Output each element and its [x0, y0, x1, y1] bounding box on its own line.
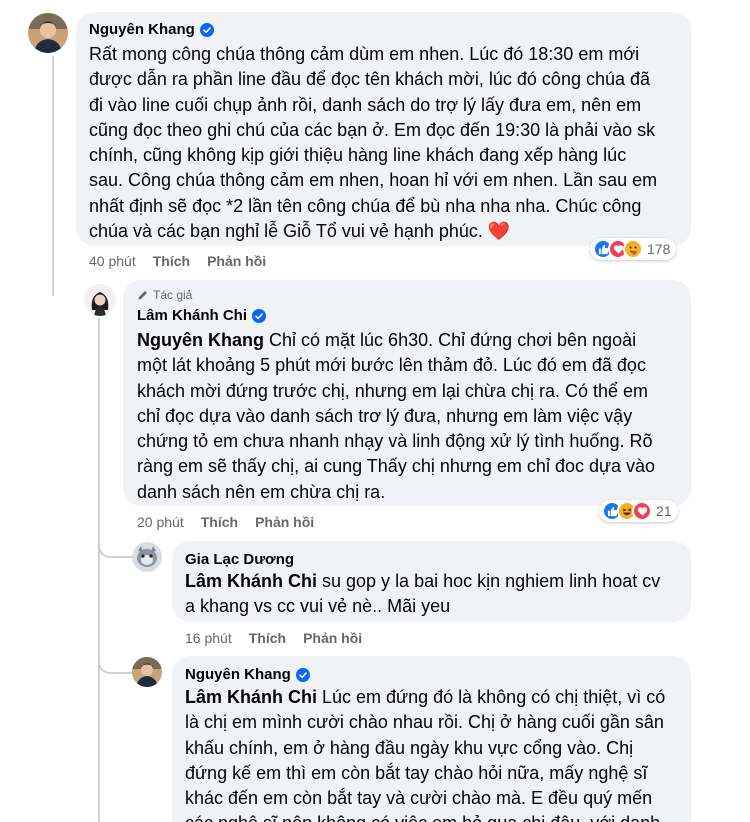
comment-meta: 20 phút Thích Phản hồi	[137, 514, 331, 530]
avatar[interactable]	[84, 284, 116, 316]
like-button[interactable]: Thích	[249, 630, 286, 646]
care-reaction-icon	[623, 239, 643, 259]
mention-link[interactable]: Lâm Khánh Chi	[185, 571, 317, 591]
reaction-summary[interactable]: 178	[590, 238, 677, 260]
like-button[interactable]: Thích	[153, 253, 190, 269]
author-badge: Tác giả	[153, 288, 193, 302]
comment-bubble: Nguyên Khang Rất mong công chúa thông cả…	[76, 12, 691, 246]
comment-meta: 40 phút Thích Phản hồi	[89, 253, 283, 269]
comment-text: Nguyên Khang Chỉ có mặt lúc 6h30. Chỉ đứ…	[137, 330, 656, 502]
verified-badge-icon	[252, 308, 267, 323]
thread-line-main	[52, 56, 54, 296]
comment-text: Lâm Khánh Chi Lúc em đứng đó là không có…	[185, 687, 666, 822]
avatar[interactable]	[132, 657, 162, 687]
pencil-icon	[138, 291, 147, 300]
love-reaction-icon	[632, 501, 652, 521]
thread-line-branch-1	[98, 540, 134, 558]
verified-badge-icon	[199, 22, 214, 37]
mention-link[interactable]: Nguyên Khang	[137, 330, 264, 350]
author-name[interactable]: Gia Lạc Dương	[185, 551, 294, 568]
like-button[interactable]: Thích	[201, 514, 238, 530]
comment-text: Lâm Khánh Chi su gop y la bai hoc kịn ng…	[185, 571, 661, 617]
reply-button[interactable]: Phản hồi	[303, 630, 362, 646]
reaction-count: 178	[647, 241, 671, 257]
timestamp[interactable]: 40 phút	[89, 253, 136, 269]
verified-badge-icon	[295, 667, 310, 682]
comment-meta: 16 phút Thích Phản hồi	[185, 630, 379, 646]
reaction-count: 21	[656, 503, 672, 519]
comment-bubble: Tác giả Lâm Khánh Chi Nguyên Khang Chỉ c…	[123, 280, 691, 506]
comment-bubble: Gia Lạc Dương Lâm Khánh Chi su gop y la …	[172, 541, 691, 622]
author-name[interactable]: Nguyên Khang	[89, 21, 195, 38]
reply-button[interactable]: Phản hồi	[255, 514, 314, 530]
author-name[interactable]: Nguyên Khang	[185, 666, 291, 683]
author-name[interactable]: Lâm Khánh Chi	[137, 307, 247, 324]
comment-bubble: Nguyên Khang Lâm Khánh Chi Lúc em đứng đ…	[172, 656, 691, 822]
reply-button[interactable]: Phản hồi	[207, 253, 266, 269]
timestamp[interactable]: 20 phút	[137, 514, 184, 530]
avatar[interactable]	[132, 542, 162, 572]
thread-line-reply	[98, 318, 100, 822]
avatar[interactable]	[28, 13, 68, 53]
timestamp[interactable]: 16 phút	[185, 630, 232, 646]
thread-line-branch-2	[98, 656, 134, 674]
comment-text: Rất mong công chúa thông cảm dùm em nhen…	[89, 44, 658, 242]
mention-link[interactable]: Lâm Khánh Chi	[185, 687, 317, 707]
reaction-summary[interactable]: 21	[599, 500, 678, 522]
